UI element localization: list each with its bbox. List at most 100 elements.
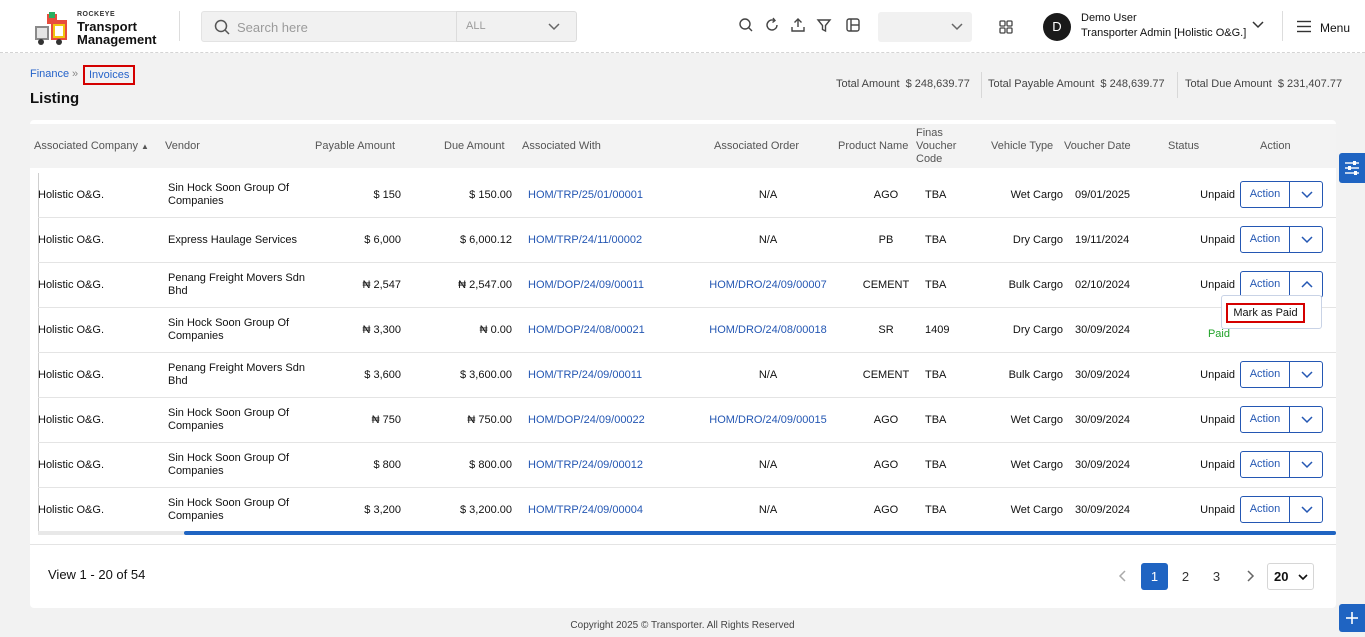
- header-status: Status: [1168, 140, 1200, 152]
- cell-with[interactable]: HOM/TRP/25/01/00001: [528, 189, 698, 202]
- cell-order: N/A: [758, 459, 778, 471]
- cell-finas: TBA: [925, 234, 947, 246]
- horizontal-scrollbar-thumb[interactable]: [184, 531, 1336, 535]
- cell-vendor: Sin Hock Soon Group Of Companies: [168, 497, 308, 523]
- total-due: Total Due Amount $ 231,407.77: [1185, 78, 1342, 90]
- cell-order[interactable]: HOM/DRO/24/09/00007: [698, 279, 838, 292]
- cell-due: ₦ 750.00: [467, 414, 512, 426]
- action-toggle-button[interactable]: [1289, 496, 1323, 523]
- chevron-up-icon: [1301, 280, 1313, 288]
- action-button[interactable]: Action: [1240, 496, 1290, 523]
- cell-with[interactable]: HOM/TRP/24/09/00011: [528, 369, 698, 382]
- header-finas-line2: Voucher: [916, 140, 957, 152]
- cell-payable: $ 3,600: [364, 369, 401, 381]
- cell-company: Holistic O&G.: [38, 369, 105, 381]
- action-toggle-button[interactable]: [1289, 226, 1323, 253]
- app-logo[interactable]: ROCKEYE Transport Management: [33, 10, 163, 47]
- company-select[interactable]: [878, 12, 972, 42]
- cell-company: Holistic O&G.: [38, 189, 105, 201]
- mark-as-paid-option[interactable]: Mark as Paid: [1226, 303, 1305, 323]
- page-button-1[interactable]: 1: [1141, 563, 1168, 590]
- header-associated-company[interactable]: Associated Company ▲: [34, 140, 149, 153]
- vendor-line2: Companies: [168, 510, 224, 522]
- cell-status: Paid: [1207, 328, 1230, 340]
- vendor-line1: Sin Hock Soon Group Of: [168, 452, 290, 464]
- action-toggle-button[interactable]: [1289, 361, 1323, 388]
- cell-due: $ 6,000.12: [460, 234, 512, 246]
- cell-status: Unpaid: [1200, 369, 1235, 381]
- cell-product: PB: [878, 234, 894, 246]
- cell-payable: $ 150: [373, 189, 401, 201]
- cell-status: Unpaid: [1200, 279, 1235, 291]
- apps-icon[interactable]: [998, 19, 1014, 35]
- action-button[interactable]: Action: [1240, 361, 1290, 388]
- logo-title-line2: Management: [77, 32, 157, 47]
- chevron-down-icon: [548, 23, 560, 31]
- side-settings-button[interactable]: [1339, 153, 1365, 183]
- refresh-icon[interactable]: [764, 17, 780, 33]
- chevron-left-icon[interactable]: [1117, 570, 1129, 582]
- total-amount: Total Amount $ 248,639.77: [836, 78, 970, 90]
- cell-status: Unpaid: [1200, 414, 1235, 426]
- vendor-line2: Companies: [168, 195, 224, 207]
- action-button[interactable]: Action: [1240, 271, 1290, 298]
- cell-order[interactable]: HOM/DRO/24/09/00015: [698, 414, 838, 427]
- layout-icon[interactable]: [845, 17, 861, 33]
- per-page-select[interactable]: 20: [1267, 563, 1314, 590]
- hamburger-icon: [1297, 20, 1311, 33]
- cell-with[interactable]: HOM/TRP/24/11/00002: [528, 234, 698, 247]
- header-due-amount: Due Amount: [444, 140, 505, 152]
- cell-with[interactable]: HOM/DOP/24/09/00022: [528, 414, 698, 427]
- cell-company: Holistic O&G.: [38, 459, 105, 471]
- chevron-down-icon: [951, 23, 963, 31]
- cell-date: 30/09/2024: [1075, 504, 1131, 516]
- cell-finas: TBA: [925, 279, 947, 291]
- footer-copyright: Copyright 2025 © Transporter. All Rights…: [570, 620, 795, 631]
- cell-finas: TBA: [925, 369, 947, 381]
- divider: [30, 544, 1336, 545]
- cell-order[interactable]: HOM/DRO/24/08/00018: [698, 324, 838, 337]
- filter-icon[interactable]: [816, 17, 832, 33]
- cell-finas: TBA: [925, 459, 947, 471]
- cell-with[interactable]: HOM/TRP/24/09/00012: [528, 459, 698, 472]
- page-button-2[interactable]: 2: [1172, 563, 1199, 590]
- cell-status: Unpaid: [1200, 234, 1235, 246]
- action-toggle-button[interactable]: [1289, 271, 1323, 298]
- page-button-3[interactable]: 3: [1203, 563, 1230, 590]
- pagination-info: View 1 - 20 of 54: [48, 567, 146, 582]
- cell-with[interactable]: HOM/DOP/24/09/00011: [528, 279, 698, 292]
- upload-icon[interactable]: [790, 17, 806, 33]
- total-payable-value: $ 248,639.77: [1100, 78, 1165, 90]
- cell-vehicle: Dry Cargo: [1012, 234, 1063, 246]
- search-scope-select[interactable]: ALL: [456, 11, 577, 42]
- action-button[interactable]: Action: [1240, 406, 1290, 433]
- cell-date: 30/09/2024: [1075, 324, 1131, 336]
- vendor-line2: Companies: [168, 420, 224, 432]
- action-toggle-button[interactable]: [1289, 406, 1323, 433]
- action-button[interactable]: Action: [1240, 451, 1290, 478]
- menu-button[interactable]: Menu: [1294, 19, 1354, 37]
- vendor-line2: Bhd: [168, 285, 188, 297]
- vendor-line2: Companies: [168, 330, 224, 342]
- search-input[interactable]: [237, 16, 452, 38]
- cell-company: Holistic O&G.: [38, 234, 105, 246]
- avatar[interactable]: D: [1043, 13, 1071, 41]
- breadcrumb-finance[interactable]: Finance: [30, 68, 69, 80]
- cell-with[interactable]: HOM/DOP/24/08/00021: [528, 324, 698, 337]
- breadcrumb-invoices[interactable]: Invoices: [83, 65, 136, 85]
- action-button[interactable]: Action: [1240, 181, 1290, 208]
- cell-with[interactable]: HOM/TRP/24/09/00004: [528, 504, 698, 517]
- cell-order: N/A: [758, 234, 778, 246]
- action-button[interactable]: Action: [1240, 226, 1290, 253]
- search-scope-value: ALL: [466, 20, 486, 32]
- chevron-right-icon[interactable]: [1244, 570, 1256, 582]
- chevron-down-icon[interactable]: [1251, 19, 1265, 31]
- menu-label: Menu: [1320, 21, 1351, 35]
- search-icon[interactable]: [738, 17, 754, 33]
- search-bar: ALL: [201, 11, 577, 42]
- action-toggle-button[interactable]: [1289, 181, 1323, 208]
- chevron-down-icon: [1301, 506, 1313, 514]
- cell-due: ₦ 2,547.00: [458, 279, 512, 291]
- table-row: Holistic O&G. Sin Hock Soon Group Of Compa…: [38, 488, 1336, 533]
- action-toggle-button[interactable]: [1289, 451, 1323, 478]
